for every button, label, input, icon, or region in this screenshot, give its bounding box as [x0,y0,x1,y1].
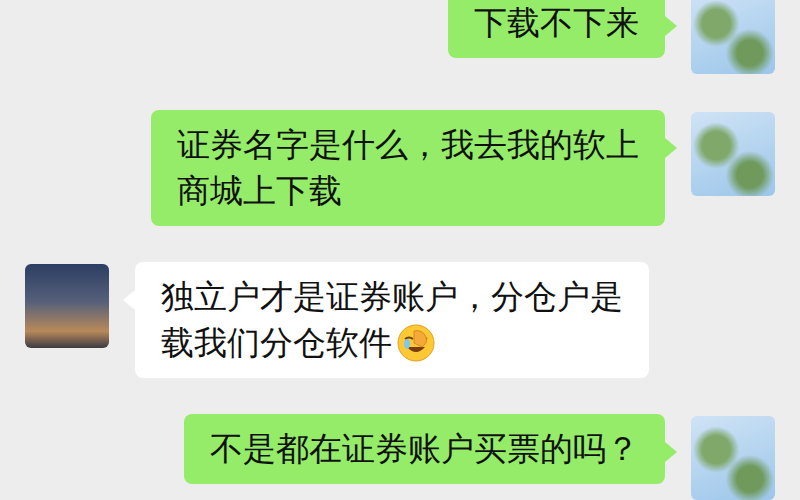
avatar[interactable] [25,264,109,348]
message-bubble[interactable]: 下载不下来 [448,0,665,58]
avatar[interactable] [691,0,775,74]
message-text: 下载不下来 [474,0,639,46]
message-row: 证券名字是什么，我去我的软上商城上下载 [25,110,775,226]
message-text: 不是都在证券账户买票的吗？ [210,426,639,472]
message-bubble[interactable]: 不是都在证券账户买票的吗？ [184,414,665,484]
message-bubble[interactable]: 独立户才是证券账户，分仓户是载我们分仓软件 [135,262,649,378]
message-text: 独立户才是证券账户，分仓户是 [161,274,623,320]
message-text: 商城上下载 [177,168,639,214]
avatar[interactable] [691,112,775,196]
message-row: 不是都在证券账户买票的吗？ [25,414,775,500]
message-list: 下载不下来证券名字是什么，我去我的软上商城上下载独立户才是证券账户，分仓户是载我… [0,0,800,500]
message-row: 独立户才是证券账户，分仓户是载我们分仓软件 [25,262,775,378]
facepalm-emoji-icon [396,323,436,363]
chat-view: 下载不下来证券名字是什么，我去我的软上商城上下载独立户才是证券账户，分仓户是载我… [0,0,800,500]
message-text: 证券名字是什么，我去我的软上 [177,122,639,168]
message-row: 下载不下来 [25,0,775,74]
message-bubble[interactable]: 证券名字是什么，我去我的软上商城上下载 [151,110,665,226]
message-text: 载我们分仓软件 [161,320,623,366]
avatar[interactable] [691,416,775,500]
